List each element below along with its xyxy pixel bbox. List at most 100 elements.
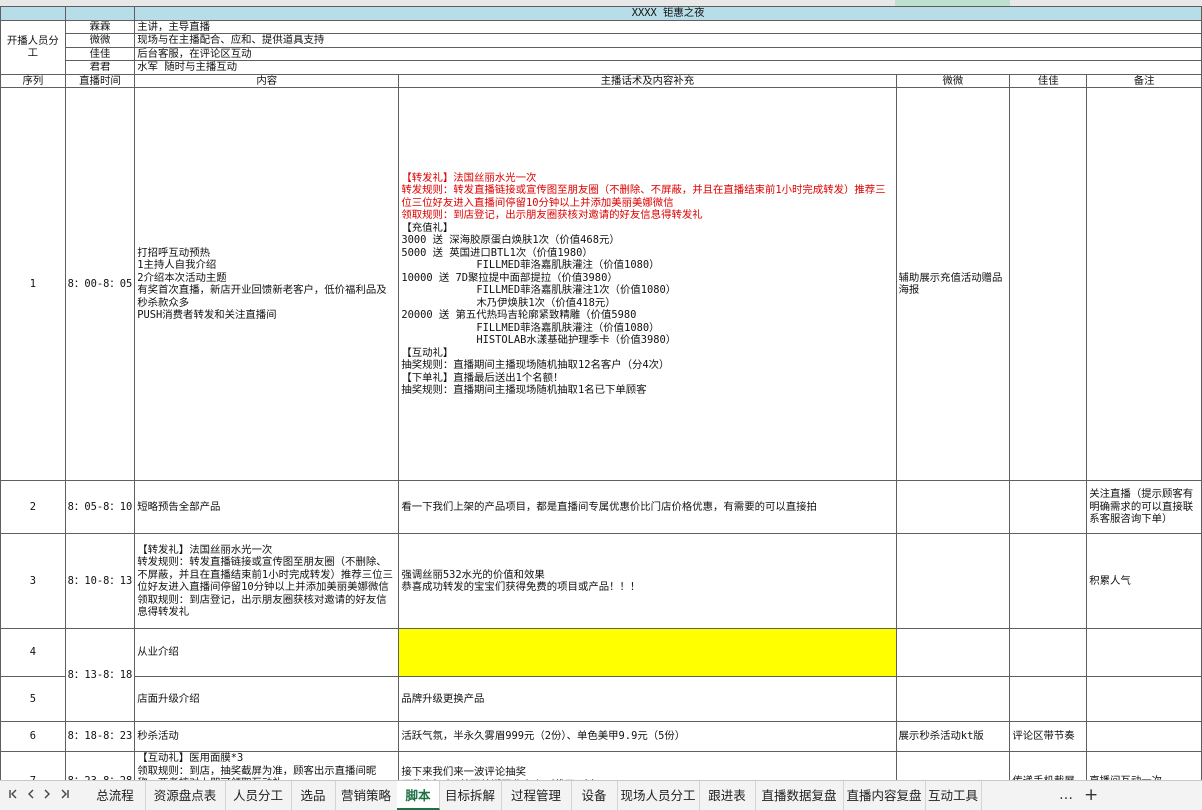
cell-jiajia[interactable] <box>1009 533 1088 629</box>
cell-note[interactable] <box>1086 628 1202 677</box>
header-time[interactable]: 直播时间 <box>64 73 136 88</box>
cell-jiajia[interactable] <box>1009 87 1088 481</box>
header-script[interactable]: 主播话术及内容补充 <box>398 73 897 88</box>
cell-content[interactable]: 【互动礼】医用面膜*3领取规则：到店，抽奖截屏为准，顾客出示直播间昵称，两者核对… <box>134 751 400 780</box>
cell-time[interactable]: 8：10-8：13 <box>64 533 136 629</box>
table-row: 6 8：18-8：23 秒杀活动 活跃气氛，半永久雾眉999元（2份）、单色美甲… <box>0 721 1202 752</box>
staff-group-label[interactable]: 开播人员分工 <box>0 19 66 75</box>
header-jiajia[interactable]: 佳佳 <box>1009 73 1088 88</box>
staff-duty[interactable]: 后台客服，在评论区互动 <box>134 46 1202 61</box>
sheet-tab[interactable]: 现场人员分工 <box>617 781 700 810</box>
cell-weiwei[interactable] <box>895 751 1011 780</box>
sheet-tab[interactable]: 目标拆解 <box>439 781 502 810</box>
cell-seq[interactable]: 6 <box>0 721 66 752</box>
cell-content[interactable]: 短略预告全部产品 <box>134 480 400 534</box>
cell-seq[interactable]: 7 <box>0 751 66 780</box>
staff-duty[interactable]: 水军 随时与主播互动 <box>134 60 1202 75</box>
cell-line: HISTOLAB水漾基础护理季卡（价值3980） <box>401 334 677 346</box>
cell-script[interactable]: 活跃气氛，半永久雾眉999元（2份）、单色美甲9.9元（5份） <box>398 721 897 752</box>
header-seq[interactable]: 序列 <box>0 73 66 88</box>
cell-line: 有奖首次直播，新店开业回馈新老客户，低价福利品及秒杀款众多 <box>137 284 387 309</box>
cell-line: FILLMED菲洛嘉肌肤灌注（价值1080） <box>401 259 660 271</box>
cell-script[interactable]: 品牌升级更换产品 <box>398 676 897 722</box>
cell-line: 秒杀活动 <box>137 730 179 743</box>
cell-content[interactable]: 打招呼互动预热 1主持人自我介绍 2介绍本次活动主题 有奖首次直播，新店开业回馈新老客… <box>134 87 400 481</box>
sheet-tab[interactable]: 选品 <box>291 781 336 810</box>
cell-script[interactable]: 看一下我们上架的产品项目，都是直播间专属优惠价比门店价格优惠，有需要的可以直接拍 <box>398 480 897 534</box>
cell-note[interactable]: 关注直播（提示顾客有明确需求的可以直接联系客服咨询下单） <box>1086 480 1202 534</box>
cell-script[interactable]: 接下来我们来一波评论抽奖屏幕上打出“美丽美娜开业大吉”（截屏3次） <box>398 751 897 780</box>
sheet-tab[interactable]: 人员分工 <box>225 781 292 810</box>
cell-content[interactable]: 从业介绍 <box>134 628 400 677</box>
cell-line: 店面升级介绍 <box>137 692 200 705</box>
cell-note[interactable] <box>1086 721 1202 752</box>
sheet-tab[interactable]: 总流程 <box>85 781 146 810</box>
cell-seq[interactable]: 2 <box>0 480 66 534</box>
sheet-tab[interactable]: 资源盘点表 <box>145 781 226 810</box>
sheet-tab-bar: 总流程 资源盘点表 人员分工 选品 营销策略 脚本 目标拆解 过程管理 设备 现场人员分工 跟进表直… <box>0 780 1202 810</box>
cell-line: 品牌升级更换产品 <box>401 692 485 705</box>
cell-content[interactable]: 秒杀活动 <box>134 721 400 752</box>
cell-content[interactable]: 【转发礼】法国丝丽水光一次 转发规则：转发直播链接或宣传图至朋友圈（不删除、不屏蔽… <box>134 533 400 629</box>
sheet-tab[interactable]: 脚本 <box>397 781 440 810</box>
cell-jiajia[interactable] <box>1009 480 1088 534</box>
more-sheets-icon[interactable]: … <box>1059 781 1073 810</box>
cell-seq[interactable]: 5 <box>0 676 66 722</box>
cell-jiajia[interactable]: 评论区带节奏 <box>1009 721 1088 752</box>
cell-time[interactable]: 8：05-8：10 <box>64 480 136 534</box>
title-row: XXXX 钜惠之夜 <box>0 6 1202 21</box>
cell-line: 20000 送 第五代热玛吉轮廓紧致精雕（价值5980 <box>401 309 637 321</box>
staff-duty[interactable]: 主讲，主导直播 <box>134 19 1202 34</box>
cell-script[interactable]: 强调丝丽532水光的价值和效果 恭喜成功转发的宝宝们获得免费的项目或产品！！！ <box>398 533 897 629</box>
sheet-tab[interactable]: 互动工具 <box>925 781 982 810</box>
last-sheet-icon[interactable] <box>56 781 74 810</box>
next-sheet-icon[interactable] <box>38 781 56 810</box>
cell-note[interactable]: 积累人气 <box>1086 533 1202 629</box>
cell-script[interactable]: 【转发礼】法国丝丽水光一次 转发规则：转发直播链接或宣传图至朋友圈（不删除、不屏蔽… <box>398 87 897 481</box>
cell-weiwei[interactable]: 展示秒杀活动kt版 <box>895 721 1011 752</box>
cell-line: 【充值礼】 <box>401 221 454 234</box>
cell-jiajia[interactable] <box>1009 628 1088 677</box>
cell-time[interactable]: 8：18-8：23 <box>64 721 136 752</box>
cell-seq[interactable]: 4 <box>0 628 66 677</box>
sheet-tab[interactable]: 过程管理 <box>501 781 572 810</box>
cell-line: PUSH消费者转发和关注直播间 <box>137 309 277 321</box>
staff-name[interactable]: 君君 <box>64 60 136 75</box>
cell-note[interactable] <box>1086 87 1202 481</box>
cell-weiwei[interactable]: 辅助展示充值活动赠品海报 <box>895 87 1011 481</box>
cell-line: 【转发礼】法国丝丽水光一次 <box>137 543 273 556</box>
cell-note[interactable] <box>1086 676 1202 722</box>
first-sheet-icon[interactable] <box>4 781 22 810</box>
staff-name[interactable]: 霖霖 <box>64 19 136 34</box>
cell-note[interactable]: 直播间互动一次 <box>1086 751 1202 780</box>
sheet-title[interactable]: XXXX 钜惠之夜 <box>134 6 1202 21</box>
cell-time[interactable]: 8：13-8：18 <box>64 628 136 722</box>
cell-line: 看一下我们上架的产品项目，都是直播间专属优惠价比门店价格优惠，有需要的可以直接拍 <box>401 500 817 513</box>
cell-time[interactable]: 8：00-8：05 <box>64 87 136 481</box>
cell-seq[interactable]: 3 <box>0 533 66 629</box>
cell-jiajia[interactable] <box>1009 676 1088 722</box>
cell-weiwei[interactable] <box>895 628 1011 677</box>
cell-weiwei[interactable] <box>895 480 1011 534</box>
staff-name[interactable]: 微微 <box>64 33 136 48</box>
cell-weiwei[interactable] <box>895 533 1011 629</box>
staff-row: 佳佳 后台客服，在评论区互动 <box>1 46 1202 61</box>
sheet-tab[interactable]: 直播数据复盘 <box>755 781 844 810</box>
sheet-tab[interactable]: 设备 <box>571 781 618 810</box>
header-weiwei[interactable]: 微微 <box>895 73 1011 88</box>
staff-name[interactable]: 佳佳 <box>64 46 136 61</box>
cell-weiwei[interactable] <box>895 676 1011 722</box>
sheet-tab[interactable]: 跟进表 <box>699 781 756 810</box>
header-note[interactable]: 备注 <box>1086 73 1202 88</box>
add-sheet-button[interactable]: + <box>1084 781 1098 810</box>
cell-script-highlighted[interactable] <box>398 628 897 677</box>
sheet-tab[interactable]: 营销策略 <box>335 781 398 810</box>
cell-seq[interactable]: 1 <box>0 87 66 481</box>
header-content[interactable]: 内容 <box>134 73 400 88</box>
spreadsheet-area[interactable]: XXXX 钜惠之夜 开播人员分工 霖霖 主讲，主导直播 微微 现场与在主播配合、… <box>0 0 1202 780</box>
cell-jiajia[interactable]: 传递手机截屏 <box>1009 751 1088 780</box>
cell-content[interactable]: 店面升级介绍 <box>134 676 400 722</box>
staff-duty[interactable]: 现场与在主播配合、应和、提供道具支持 <box>134 33 1202 48</box>
sheet-tab[interactable]: 直播内容复盘 <box>843 781 926 810</box>
cell-time[interactable]: 8：23-8：28 <box>64 751 136 780</box>
